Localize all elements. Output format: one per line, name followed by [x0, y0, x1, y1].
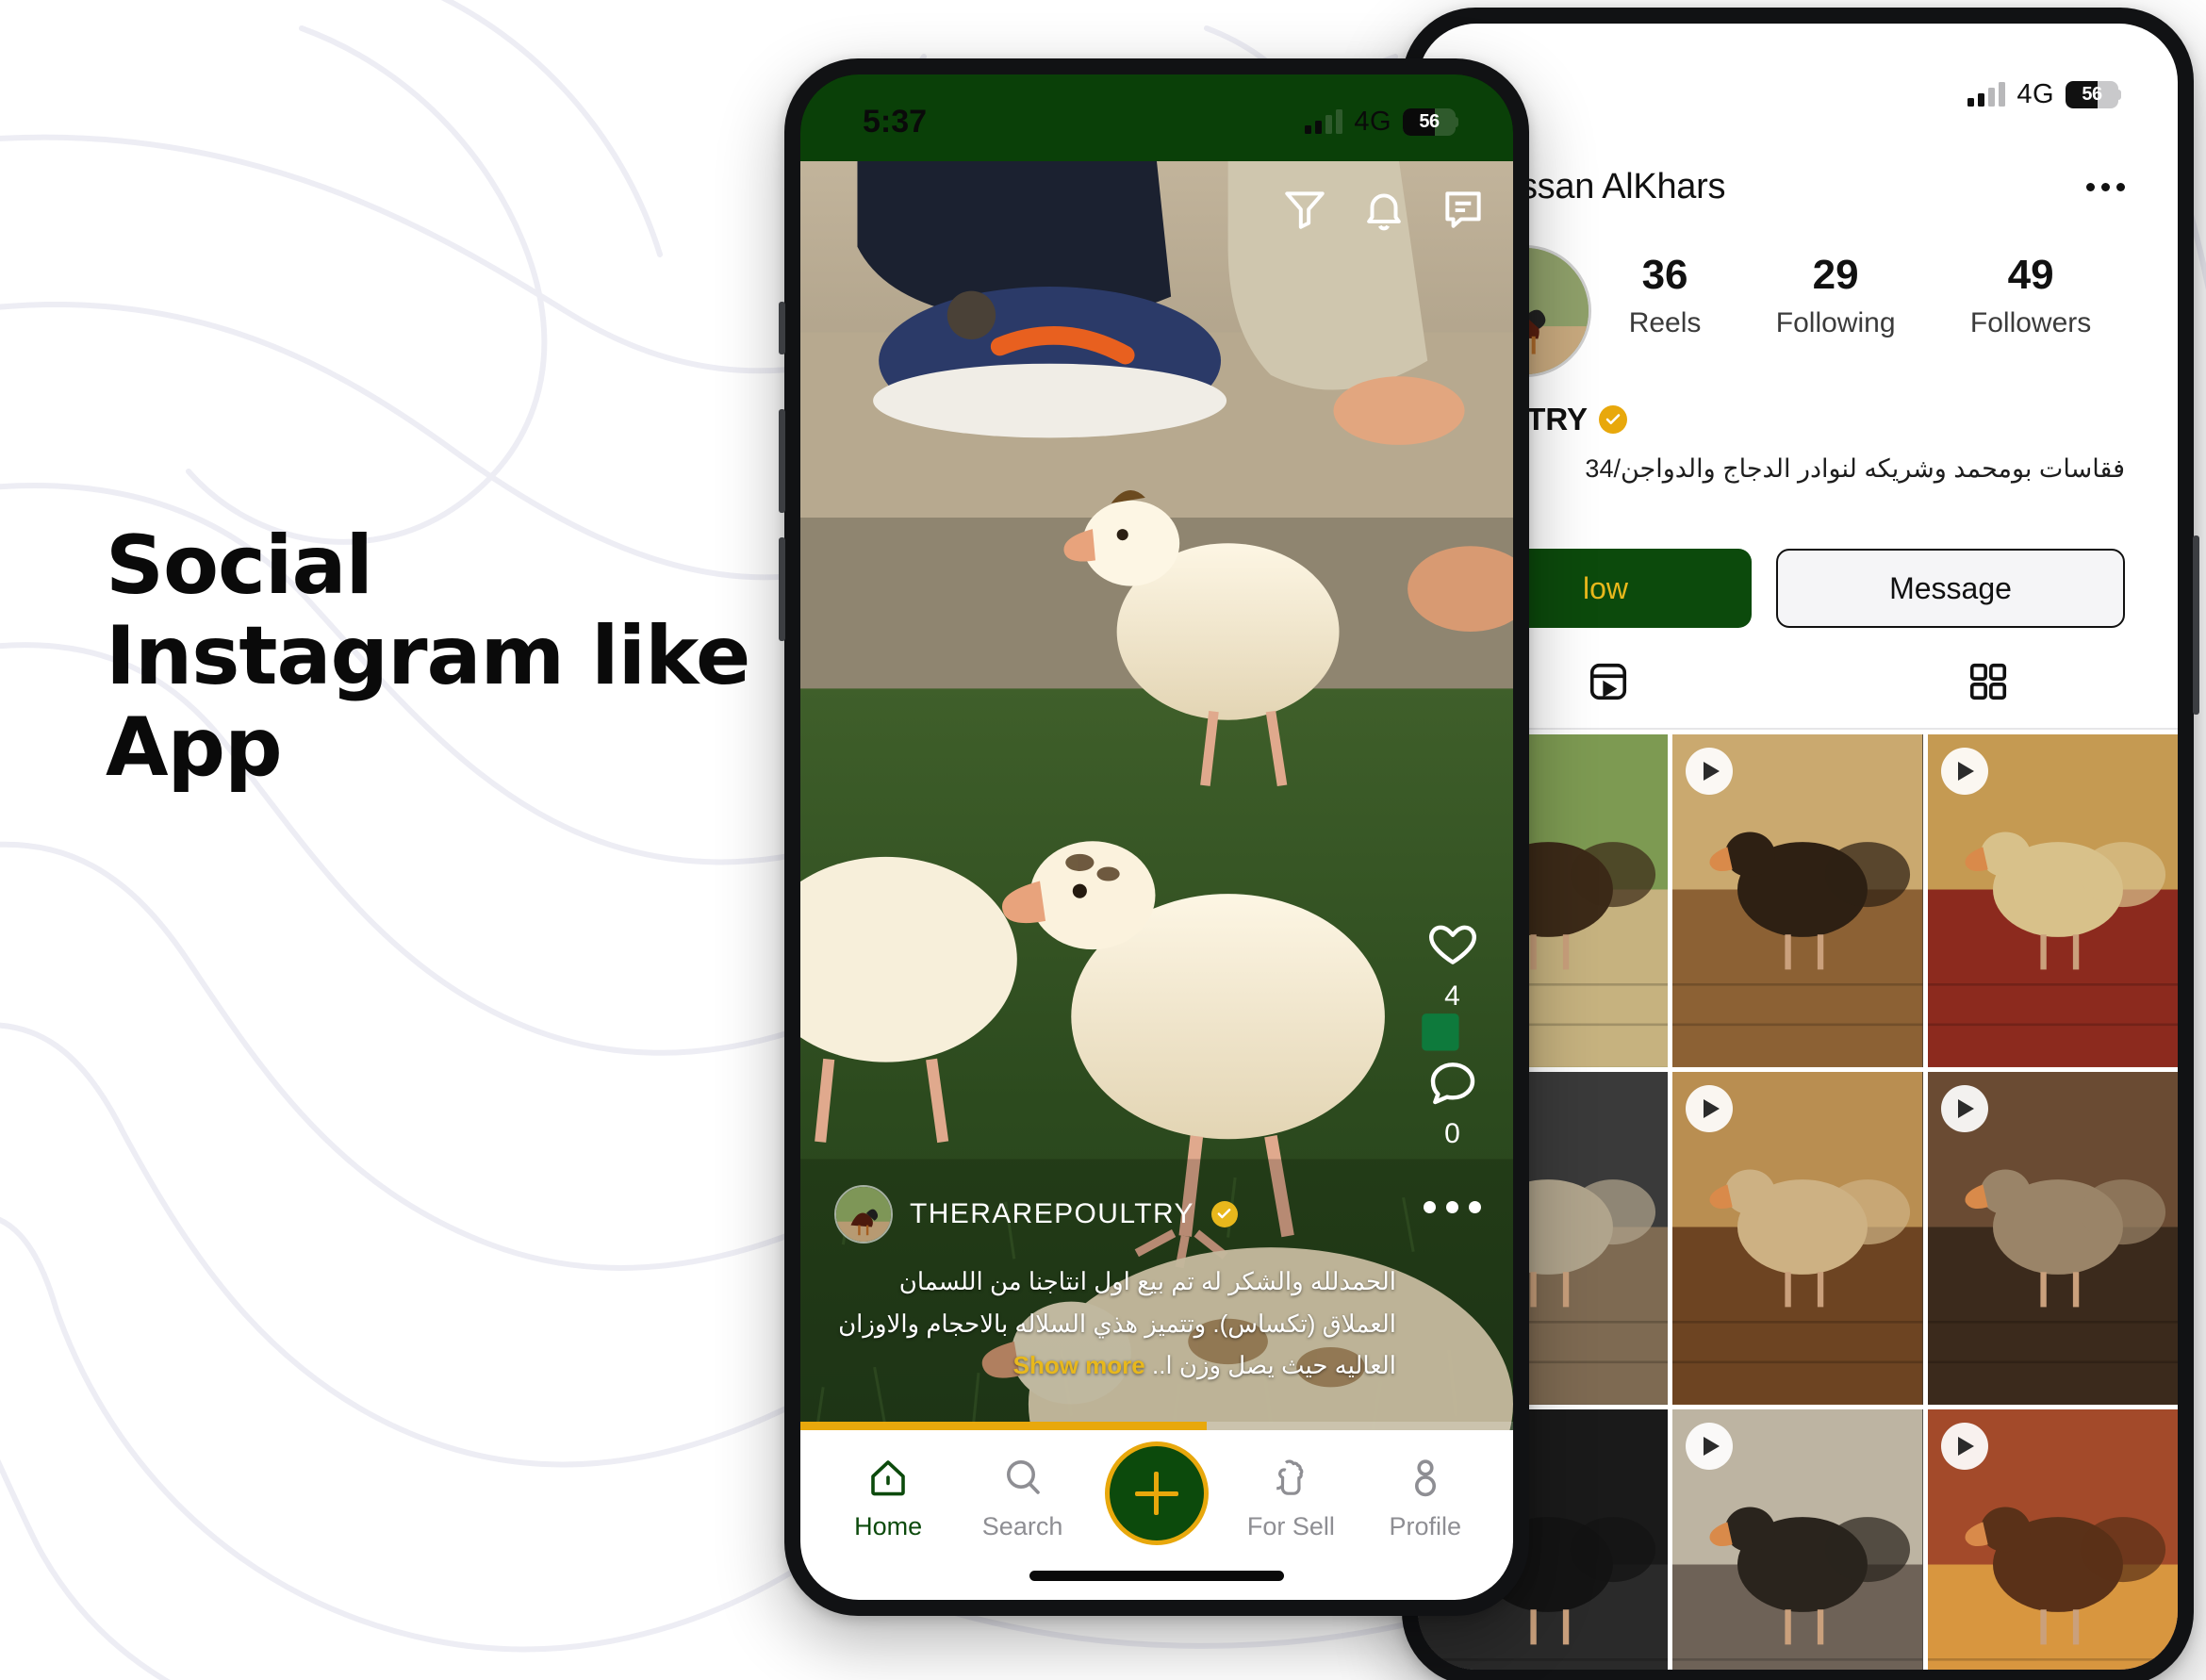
comment-icon	[1430, 1062, 1474, 1105]
video-progress-bar[interactable]	[800, 1422, 1513, 1430]
grid-item[interactable]	[1672, 734, 1923, 1068]
battery-percent: 56	[2082, 83, 2102, 105]
reels-icon	[1589, 664, 1626, 700]
network-label: 4G	[1354, 106, 1391, 137]
reel-side-actions: 4 0	[1424, 918, 1481, 1213]
headline-line-3: App	[106, 700, 283, 795]
profile-header: Hassan AlKhars	[1418, 122, 2178, 207]
silence-switch[interactable]	[779, 302, 785, 354]
play-icon	[1940, 1422, 1988, 1470]
tab-label: For Sell	[1246, 1512, 1335, 1540]
reel-author[interactable]: THERAREPOULTRY	[834, 1184, 1396, 1244]
grid-item[interactable]	[1927, 734, 2178, 1068]
create-post-button[interactable]	[1098, 1441, 1215, 1545]
reel-caption-text: الحمدلله والشكر له تم بيع اول انتاجنا من…	[834, 1260, 1396, 1387]
bio-line-location: bia	[1463, 493, 2125, 522]
comment-button[interactable]: 0	[1426, 1056, 1479, 1150]
grid-item[interactable]	[1672, 1072, 1923, 1405]
tab-label: Home	[854, 1512, 923, 1540]
front-phone-mockup: 5:37 4G 56 4 0 THERAREPOULTRY الحمدلله و…	[779, 58, 1529, 1616]
back-status-bar: 4G 56	[1418, 24, 2178, 122]
clock: 5:37	[863, 103, 928, 140]
grid-item[interactable]	[1927, 1072, 2178, 1405]
battery-percent: 56	[1419, 110, 1440, 132]
show-more-link[interactable]: Show more	[1013, 1344, 1145, 1387]
home-icon	[871, 1460, 905, 1496]
sidebar-item-home[interactable]: Home	[830, 1455, 947, 1541]
sidebar-item-search[interactable]: Search	[964, 1455, 1081, 1541]
profile-stats-row: 36 Reels 29 Following 49 Followers	[1418, 207, 2178, 377]
reel-video-container[interactable]: 4 0 THERAREPOULTRY الحمدلله والشكر له تم…	[800, 161, 1513, 1430]
bio-line-arabic: فقاسات بومحمد وشريكه لنوادر الدجاج والدو…	[1585, 454, 2125, 483]
more-horizontal-icon[interactable]	[1424, 1201, 1481, 1213]
grid-item[interactable]	[1672, 1408, 1923, 1670]
profile-actions: low Message	[1418, 522, 2178, 629]
page-title: Social Instagram like App	[106, 520, 822, 793]
bell-icon[interactable]	[1360, 186, 1408, 233]
profile-tabs	[1418, 628, 2178, 731]
message-icon[interactable]	[1440, 186, 1487, 233]
grid-icon	[1969, 664, 2006, 700]
person-icon	[1414, 1459, 1436, 1497]
home-indicator	[1029, 1571, 1284, 1581]
video-progress-fill	[800, 1422, 1207, 1430]
chicken-icon	[1276, 1459, 1304, 1495]
profile-screen: 4G 56 Hassan AlKhars 36 Reels 29 Followi…	[1418, 24, 2178, 1670]
like-button[interactable]: 4	[1426, 918, 1479, 1013]
stat-label: Followers	[1969, 307, 2092, 339]
signal-bars-icon	[1305, 109, 1343, 134]
stat-followers[interactable]: 49 Followers	[1969, 252, 2092, 339]
stat-value: 29	[1812, 252, 1859, 298]
tab-label: Search	[981, 1512, 1063, 1540]
battery-icon: 56	[2066, 80, 2118, 108]
plus-icon[interactable]	[1104, 1441, 1209, 1545]
stat-label: Reels	[1628, 307, 1702, 339]
power-button[interactable]	[2193, 535, 2199, 715]
volume-up-button[interactable]	[779, 409, 785, 513]
stats-list: 36 Reels 29 Following 49 Followers	[1591, 245, 2129, 339]
heart-icon	[1428, 925, 1476, 964]
signal-bars-icon	[1967, 82, 2006, 107]
poster-canvas: Social Instagram like App 4G 56 Hassan A…	[0, 0, 2206, 1680]
message-button[interactable]: Message	[1776, 549, 2125, 629]
like-count: 4	[1444, 980, 1460, 1012]
avatar[interactable]	[834, 1184, 893, 1244]
verified-badge-icon	[1210, 1200, 1238, 1227]
comment-count: 0	[1444, 1118, 1460, 1149]
headline-line-1: Social	[106, 519, 373, 613]
stat-reels[interactable]: 36 Reels	[1628, 252, 1702, 339]
reel-top-actions	[1281, 186, 1487, 233]
stat-value: 36	[1641, 252, 1688, 298]
profile-bio: OULTRY فقاسات بومحمد وشريكه لنوادر الدجا…	[1418, 377, 2178, 522]
search-icon	[1006, 1460, 1040, 1494]
reel-screen: 5:37 4G 56 4 0 THERAREPOULTRY الحمدلله و…	[800, 74, 1513, 1600]
play-icon	[1940, 1085, 1988, 1133]
stat-value: 49	[2007, 252, 2054, 298]
reel-username: THERAREPOULTRY	[910, 1197, 1194, 1229]
stat-label: Following	[1775, 307, 1896, 339]
play-icon	[1940, 748, 1988, 796]
profile-media-grid: مطلوالىال	[1418, 730, 2178, 1670]
verified-badge-icon	[1598, 405, 1627, 434]
battery-icon: 56	[1403, 107, 1456, 136]
sidebar-item-profile[interactable]: Profile	[1367, 1455, 1484, 1541]
tab-grid[interactable]	[1798, 660, 2178, 703]
grid-item[interactable]	[1927, 1408, 2178, 1670]
headline-line-2: Instagram like	[106, 609, 750, 704]
more-horizontal-icon[interactable]	[2086, 183, 2125, 191]
reel-caption-block: THERAREPOULTRY الحمدلله والشكر له تم بيع…	[834, 1184, 1396, 1387]
profile-username-row: OULTRY	[1463, 402, 2125, 437]
network-label: 4G	[2017, 78, 2054, 109]
stat-following[interactable]: 29 Following	[1775, 252, 1896, 339]
filter-icon[interactable]	[1281, 186, 1328, 233]
play-icon	[1686, 1422, 1734, 1470]
tab-label: Profile	[1389, 1512, 1462, 1540]
bottom-navigation: Home Search For Sell Profile	[800, 1430, 1513, 1600]
sidebar-item-for-sell[interactable]: For Sell	[1232, 1455, 1349, 1541]
front-status-bar: 5:37 4G 56	[800, 74, 1513, 161]
